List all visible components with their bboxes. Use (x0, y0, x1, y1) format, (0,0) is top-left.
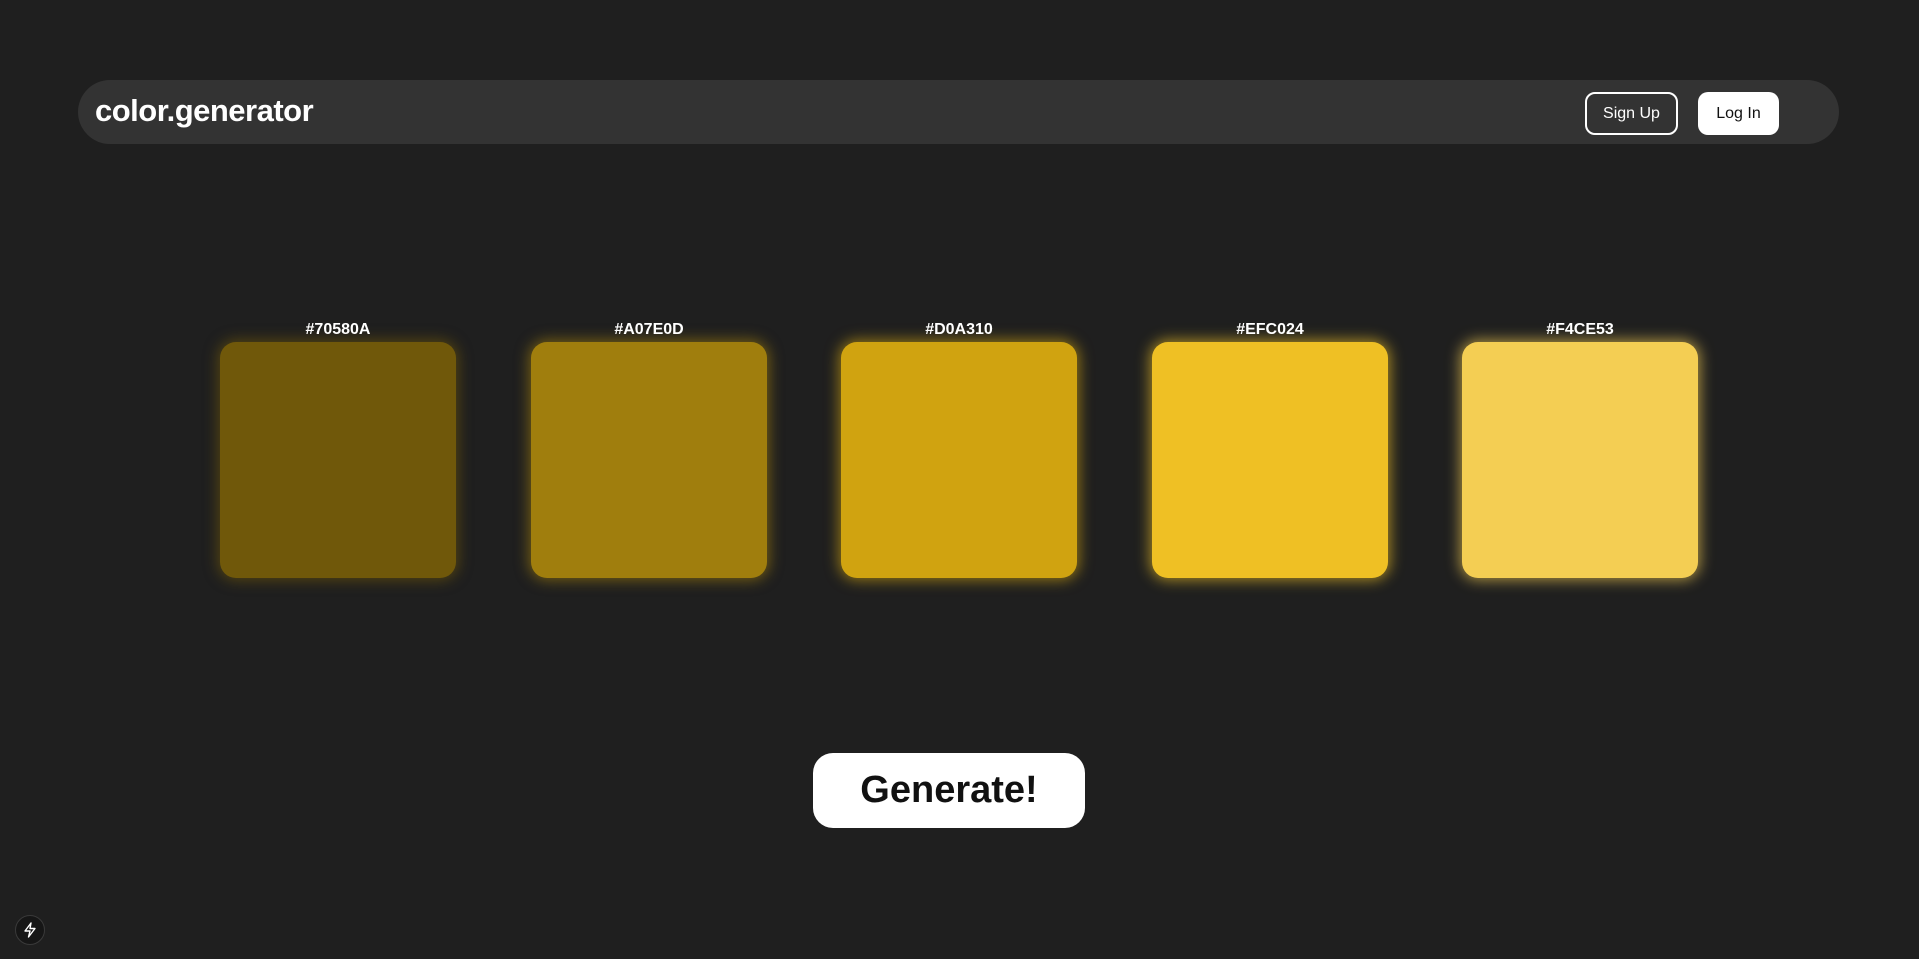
swatch-color-box[interactable] (841, 342, 1077, 578)
nav-actions: Sign Up Log In (1585, 92, 1779, 135)
log-in-button[interactable]: Log In (1698, 92, 1779, 135)
swatch-color-box[interactable] (531, 342, 767, 578)
swatch-2: #A07E0D (531, 318, 767, 578)
swatch-color-box[interactable] (220, 342, 456, 578)
generate-button[interactable]: Generate! (813, 753, 1085, 828)
swatch-hex-label: #70580A (305, 321, 371, 338)
swatch-hex-label: #EFC024 (1236, 321, 1304, 338)
swatch-hex-label: #F4CE53 (1546, 321, 1614, 338)
palette: #70580A #A07E0D #D0A310 #EFC024 #F4CE53 (0, 318, 1919, 578)
swatch-hex-label: #D0A310 (925, 321, 993, 338)
swatch-4: #EFC024 (1152, 318, 1388, 578)
swatch-5: #F4CE53 (1462, 318, 1698, 578)
swatch-1: #70580A (220, 318, 456, 578)
swatch-hex-label: #A07E0D (614, 321, 684, 338)
lightning-icon (24, 922, 36, 938)
sign-up-button[interactable]: Sign Up (1585, 92, 1678, 135)
swatch-3: #D0A310 (841, 318, 1077, 578)
dev-tools-badge[interactable] (15, 915, 45, 945)
navbar: color.generator Sign Up Log In (78, 80, 1839, 144)
brand-logo[interactable]: color.generator (95, 93, 314, 129)
swatch-color-box[interactable] (1152, 342, 1388, 578)
swatch-color-box[interactable] (1462, 342, 1698, 578)
